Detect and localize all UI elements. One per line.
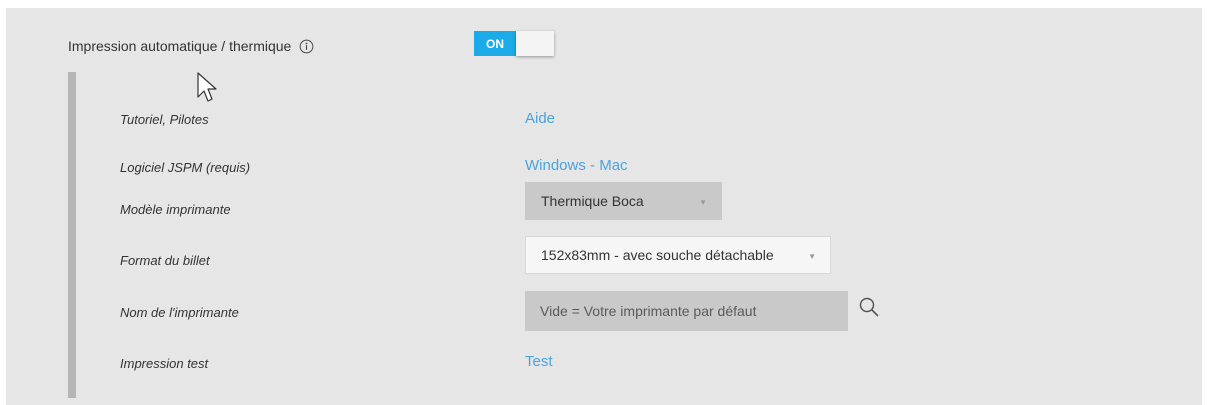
ticket-format-label: Format du billet	[120, 253, 210, 268]
link-separator: -	[585, 157, 600, 174]
auto-print-header: Impression automatique / thermique	[68, 38, 314, 54]
dropdown-arrow-icon: ▼	[699, 198, 707, 207]
toggle-knob[interactable]	[516, 31, 554, 56]
printer-model-value: Thermique Boca	[541, 193, 644, 209]
toggle-on-label: ON	[474, 31, 516, 56]
help-link[interactable]: Aide	[525, 110, 555, 127]
windows-link[interactable]: Windows	[525, 157, 586, 174]
printer-name-input[interactable]	[525, 291, 848, 331]
test-link[interactable]: Test	[525, 353, 553, 370]
mouse-pointer-icon	[197, 72, 217, 102]
mac-link[interactable]: Mac	[599, 157, 627, 174]
printer-model-select[interactable]: Thermique Boca ▼	[525, 182, 722, 220]
ticket-format-value: 152x83mm - avec souche détachable	[541, 247, 774, 263]
auto-print-label: Impression automatique / thermique	[68, 38, 292, 54]
printer-model-label: Modèle imprimante	[120, 202, 231, 217]
test-print-label: Impression test	[120, 356, 209, 371]
section-indent-bar	[68, 72, 76, 398]
info-circle-icon[interactable]	[299, 39, 314, 54]
jspm-label: Logiciel JSPM (requis)	[120, 160, 251, 175]
auto-print-toggle[interactable]: ON	[474, 31, 554, 56]
dropdown-arrow-icon: ▼	[808, 252, 816, 261]
ticket-format-select[interactable]: 152x83mm - avec souche détachable ▼	[525, 236, 831, 274]
printer-name-label: Nom de l'imprimante	[120, 305, 239, 320]
tutorial-label: Tutoriel, Pilotes	[120, 112, 209, 127]
search-icon[interactable]	[858, 296, 880, 318]
jspm-links: Windows - Mac	[525, 157, 628, 174]
